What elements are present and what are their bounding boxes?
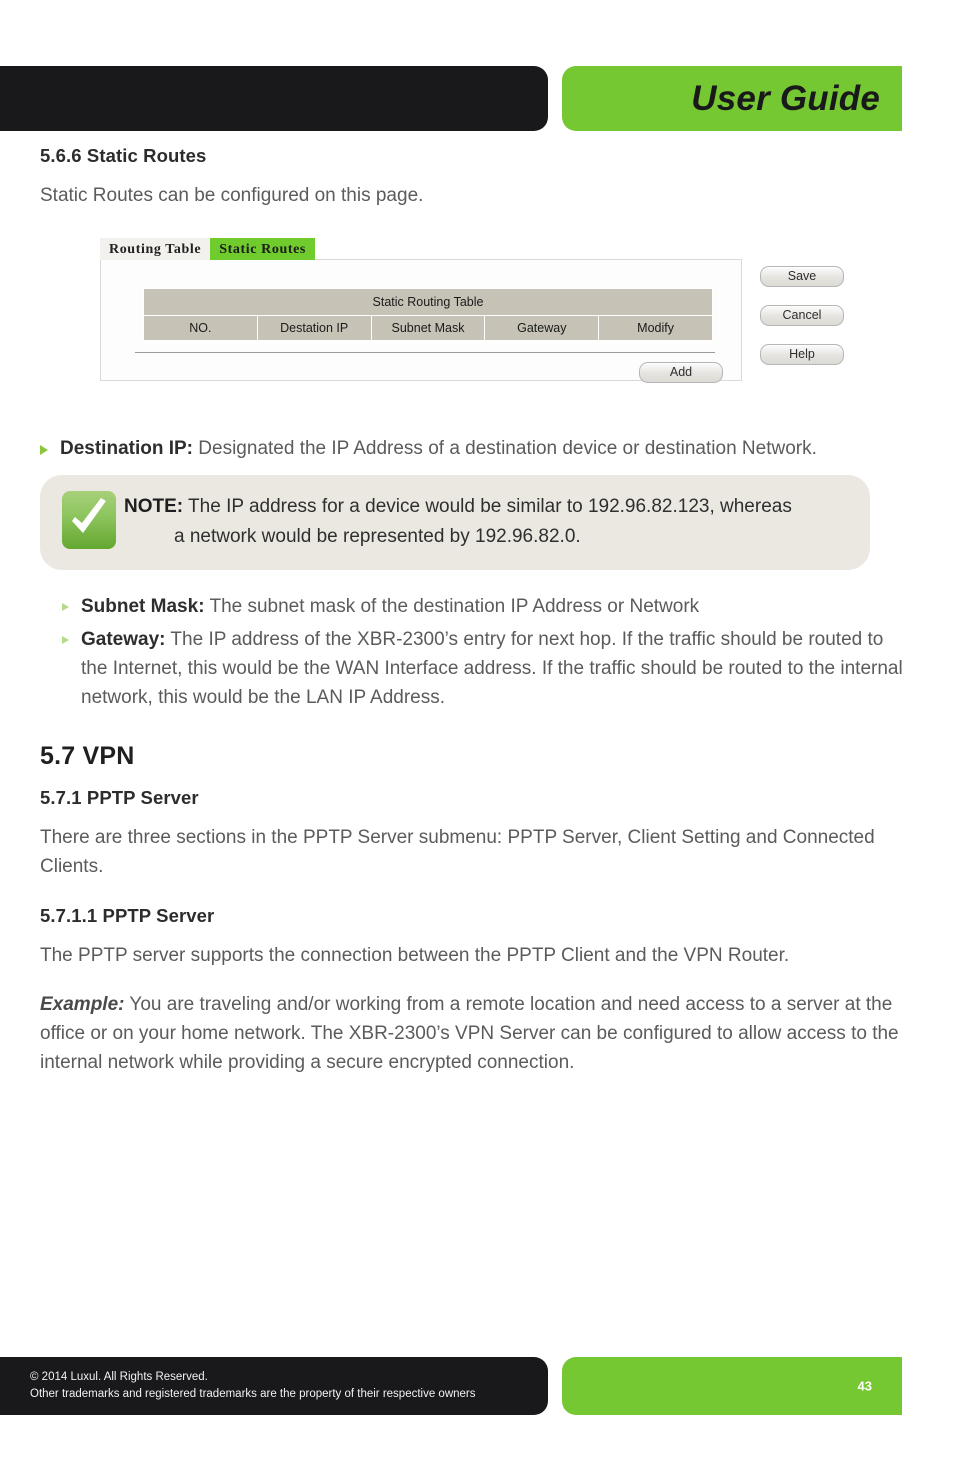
paragraph-pptp-intro: There are three sections in the PPTP Ser… [40,827,875,877]
footer-legal-text: © 2014 Luxul. All Rights Reserved. Other… [30,1369,476,1403]
page-number: 43 [857,1378,872,1394]
page-title: User Guide [691,78,880,118]
table-bottom-rule [135,352,715,353]
definition-description: The subnet mask of the destination IP Ad… [204,596,700,617]
footer-trademark: Other trademarks and registered trademar… [30,1388,476,1400]
paragraph-static-routes-intro: Static Routes can be configured on this … [40,185,424,206]
footer-copyright: © 2014 Luxul. All Rights Reserved. [30,1371,208,1383]
bullet-triangle-solid-icon [40,445,48,455]
column-header-destation-ip: Destation IP [256,315,372,341]
note-line-1: The IP address for a device would be sim… [183,496,792,517]
note-callout: NOTE: The IP address for a device would … [40,475,870,570]
page-header: User Guide [0,66,954,131]
example-label: Example: [40,994,125,1015]
definition-destination-ip: Destination IP: Designated the IP Addres… [40,434,914,463]
add-button[interactable]: Add [639,362,723,383]
ui-panel: Static Routing Table NO. Destation IP Su… [100,259,742,383]
paragraph-example: Example: You are traveling and/or workin… [40,990,914,1077]
note-label: NOTE: [124,496,184,517]
paragraph-pptp-sub-intro: The PPTP server supports the connection … [40,945,790,966]
footer-black-band: © 2014 Luxul. All Rights Reserved. Other… [0,1357,548,1415]
definition-text: Subnet Mask: The subnet mask of the dest… [81,592,914,621]
cancel-button[interactable]: Cancel [760,305,844,326]
heading-vpn: 5.7 VPN [40,742,135,770]
page-footer: © 2014 Luxul. All Rights Reserved. Other… [0,1357,954,1415]
definition-description: Designated the IP Address of a destinati… [193,438,817,459]
bullet-triangle-hollow-icon [62,636,69,644]
ui-side-button-group: Save Cancel Help [760,266,844,365]
page-content: 5.6.6 Static Routes Static Routes can be… [40,145,914,1091]
table-title-cell: Static Routing Table [143,288,713,316]
heading-pptp-server: 5.7.1 PPTP Server [40,787,199,808]
embedded-router-ui-screenshot: Routing Table Static Routes Static Routi… [100,238,890,398]
column-header-gateway: Gateway [484,315,600,341]
green-check-badge-icon [62,491,116,549]
add-row-button-wrap: Add [639,362,723,383]
header-black-band [0,66,548,131]
ui-tab-bar: Routing Table Static Routes [100,238,315,260]
static-routing-table: Static Routing Table NO. Destation IP Su… [143,288,713,341]
tab-routing-table[interactable]: Routing Table [100,238,211,260]
help-button[interactable]: Help [760,344,844,365]
definition-text: Gateway: The IP address of the XBR-2300’… [81,625,914,712]
definition-term: Subnet Mask: [81,596,205,617]
bullet-triangle-hollow-icon [62,603,69,611]
tab-static-routes[interactable]: Static Routes [210,238,315,260]
note-text: NOTE: The IP address for a device would … [124,491,792,552]
note-line-2: a network would be represented by 192.96… [174,526,581,547]
column-header-subnet-mask: Subnet Mask [370,315,486,341]
checkmark-icon [72,498,106,533]
table-header-row: NO. Destation IP Subnet Mask Gateway Mod… [143,315,713,341]
save-button[interactable]: Save [760,266,844,287]
footer-green-band: 43 [562,1357,902,1415]
definition-description: The IP address of the XBR-2300’s entry f… [81,629,903,708]
heading-pptp-server-sub: 5.7.1.1 PPTP Server [40,905,215,926]
column-header-no: NO. [143,315,258,341]
definition-text: Destination IP: Designated the IP Addres… [60,434,914,463]
definition-subnet-mask: Subnet Mask: The subnet mask of the dest… [62,592,914,621]
definition-term: Gateway: [81,629,166,650]
table-title-row: Static Routing Table [143,288,713,316]
header-green-band: User Guide [562,66,902,131]
column-header-modify: Modify [598,315,713,341]
heading-static-routes: 5.6.6 Static Routes [40,145,207,166]
definition-gateway: Gateway: The IP address of the XBR-2300’… [62,625,914,712]
definition-term: Destination IP: [60,438,194,459]
example-text: You are traveling and/or working from a … [40,994,899,1073]
